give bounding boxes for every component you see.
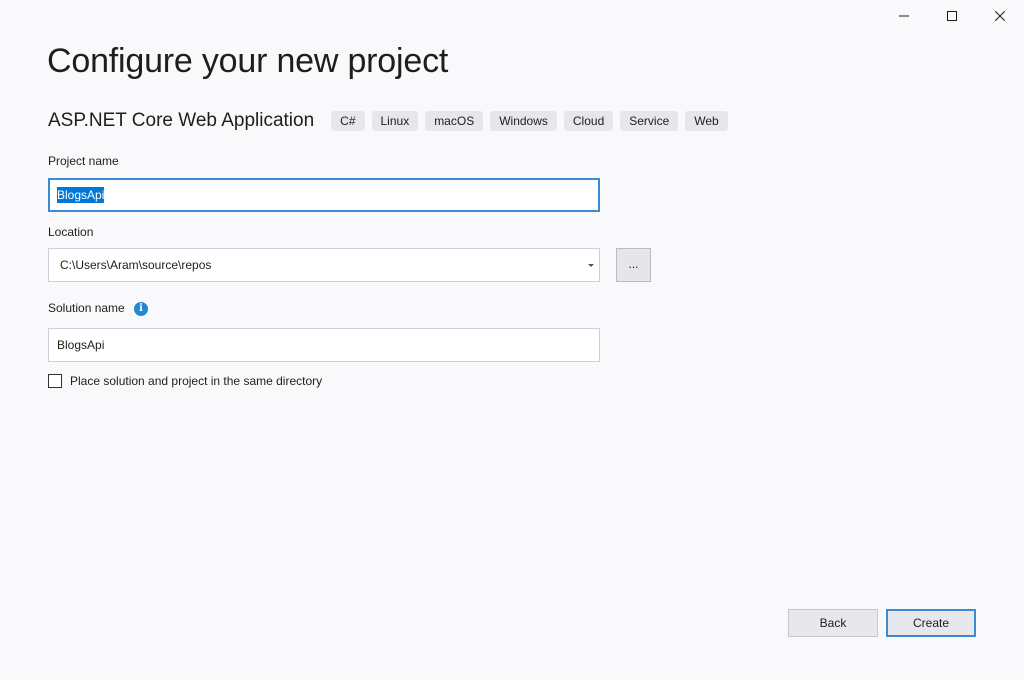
- project-name-input[interactable]: BlogsApi: [48, 178, 600, 212]
- same-directory-checkbox[interactable]: [48, 374, 62, 388]
- same-directory-option[interactable]: Place solution and project in the same d…: [48, 374, 322, 388]
- tag-windows: Windows: [490, 111, 557, 131]
- browse-button[interactable]: ...: [616, 248, 651, 282]
- maximize-button[interactable]: [928, 0, 976, 32]
- close-button[interactable]: [976, 0, 1024, 32]
- solution-name-input[interactable]: BlogsApi: [48, 328, 600, 362]
- info-icon[interactable]: i: [134, 301, 149, 316]
- location-combobox[interactable]: C:\Users\Aram\source\repos: [48, 248, 600, 282]
- page-title: Configure your new project: [47, 42, 449, 80]
- project-name-value: BlogsApi: [57, 187, 105, 203]
- close-icon: [995, 11, 1005, 21]
- solution-name-label-row: Solution name i: [48, 301, 149, 316]
- location-label: Location: [48, 225, 94, 239]
- template-header: ASP.NET Core Web Application C# Linux ma…: [48, 110, 735, 132]
- location-value: C:\Users\Aram\source\repos: [60, 258, 212, 272]
- tag-cloud: Cloud: [563, 111, 614, 131]
- maximize-icon: [947, 11, 957, 21]
- tag-list: C# Linux macOS Windows Cloud Service Web: [331, 111, 735, 131]
- tag-macos: macOS: [425, 111, 484, 131]
- back-button[interactable]: Back: [788, 609, 878, 637]
- minimize-button[interactable]: [880, 0, 928, 32]
- tag-service: Service: [620, 111, 679, 131]
- template-name: ASP.NET Core Web Application: [48, 110, 315, 131]
- window-controls: [880, 0, 1024, 32]
- tag-web: Web: [685, 111, 728, 131]
- minimize-icon: [899, 15, 909, 17]
- create-button[interactable]: Create: [886, 609, 976, 637]
- same-directory-label: Place solution and project in the same d…: [70, 374, 323, 388]
- tag-csharp: C#: [331, 111, 365, 131]
- solution-name-value: BlogsApi: [57, 338, 105, 352]
- solution-name-label: Solution name: [48, 301, 125, 315]
- tag-linux: Linux: [371, 111, 419, 131]
- chevron-down-icon[interactable]: [588, 264, 594, 267]
- project-name-label: Project name: [48, 154, 119, 168]
